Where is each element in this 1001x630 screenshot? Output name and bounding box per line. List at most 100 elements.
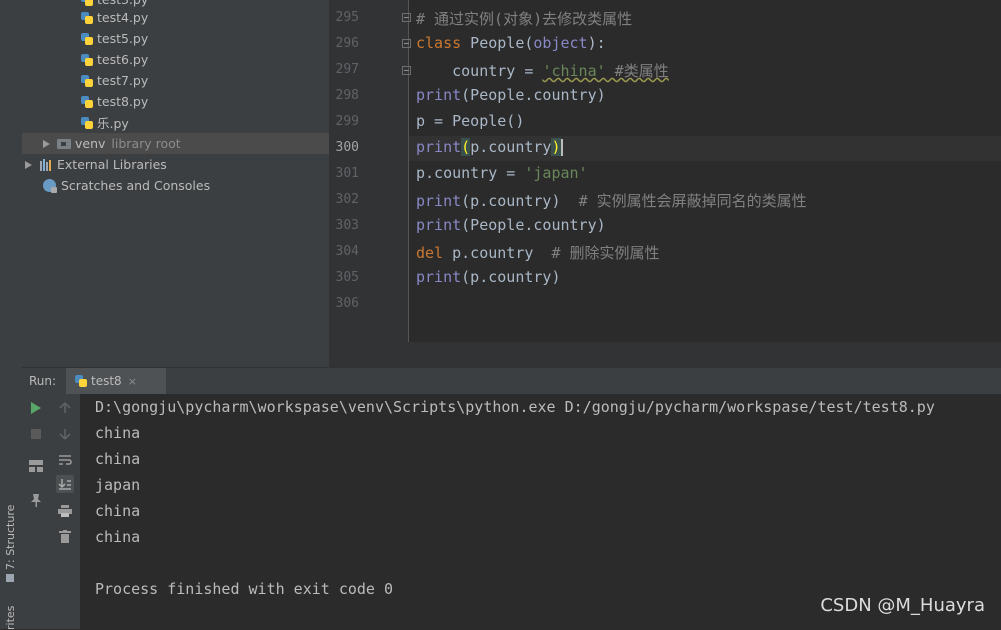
favorites-tab-label: rites xyxy=(4,605,17,630)
code-builtin: print xyxy=(416,268,462,286)
folder-icon xyxy=(57,138,71,149)
tree-external-libraries[interactable]: External Libraries xyxy=(25,154,167,175)
rerun-button[interactable] xyxy=(27,399,45,417)
console-line-command: D:\gongju\pycharm\workspase\venv\Scripts… xyxy=(95,398,935,416)
code-line-297[interactable]: country = 'china' #类属性 xyxy=(416,60,669,81)
left-tool-strip: 7: Structure rites xyxy=(0,0,23,630)
expand-arrow-icon[interactable] xyxy=(25,160,32,169)
run-tab-test8[interactable]: test8 × xyxy=(66,368,166,394)
code-args: (p.country) xyxy=(461,192,579,210)
line-number: 296 xyxy=(335,36,359,51)
code-comment: # 通过实例(对象)去修改类属性 xyxy=(416,10,633,28)
line-number: 305 xyxy=(335,270,359,285)
structure-tool-tab[interactable]: 7: Structure xyxy=(4,505,17,582)
code-line-299[interactable]: p = People() xyxy=(416,112,524,130)
tree-file-test6[interactable]: test6.py xyxy=(80,49,148,70)
console-line: china xyxy=(95,424,141,442)
layout-button[interactable] xyxy=(27,457,45,475)
favorites-tool-tab[interactable]: rites xyxy=(4,606,17,630)
play-icon xyxy=(31,402,41,414)
arrow-up-icon xyxy=(59,402,71,413)
code-builtin: print xyxy=(416,192,462,210)
line-number: 299 xyxy=(335,114,359,129)
run-panel-header: Run: test8 × xyxy=(22,367,1001,394)
code-assign: p = People() xyxy=(416,112,525,130)
fold-marker-icon[interactable] xyxy=(402,13,411,22)
tree-file-test7[interactable]: test7.py xyxy=(80,70,148,91)
clear-all-button[interactable] xyxy=(56,527,74,545)
code-line-301[interactable]: p.country = 'japan' xyxy=(416,164,588,182)
stop-button[interactable] xyxy=(27,425,45,443)
tree-folder-venv[interactable]: venv library root xyxy=(22,133,329,154)
expand-arrow-icon[interactable] xyxy=(43,139,50,148)
code-keyword: del xyxy=(416,244,444,262)
fold-marker-icon[interactable] xyxy=(402,39,411,48)
scratches-label: Scratches and Consoles xyxy=(61,178,211,193)
python-file-icon xyxy=(80,74,94,88)
code-comment: #类属性 xyxy=(605,62,669,80)
python-file-icon xyxy=(80,32,94,46)
scroll-up-button[interactable] xyxy=(56,399,74,417)
code-args: p.country xyxy=(443,244,552,262)
scroll-to-end-button[interactable] xyxy=(56,475,74,493)
tree-file-test5[interactable]: test5.py xyxy=(80,28,148,49)
arrow-down-icon xyxy=(59,429,71,440)
close-tab-icon[interactable]: × xyxy=(128,375,137,388)
project-tree-panel: test3.py test4.py test5.py test6.py test… xyxy=(22,0,329,367)
line-number: 306 xyxy=(335,296,359,311)
code-line-305[interactable]: print(p.country) xyxy=(416,268,561,286)
code-comment: # 实例属性会屏蔽掉同名的类属性 xyxy=(578,192,807,210)
tree-file-le[interactable]: 乐.py xyxy=(80,112,129,133)
code-string: 'china' xyxy=(542,62,606,80)
python-file-icon xyxy=(80,116,94,130)
console-line-exit: Process finished with exit code 0 xyxy=(95,580,394,598)
stop-icon xyxy=(31,429,41,439)
code-args: (People.country) xyxy=(461,86,606,104)
code-comment: # 删除实例属性 xyxy=(551,244,660,262)
tree-file-test8[interactable]: test8.py xyxy=(80,91,148,112)
code-builtin: print xyxy=(416,138,462,156)
console-line: china xyxy=(95,528,141,546)
code-assign: country = xyxy=(416,62,543,80)
console-line: japan xyxy=(95,476,141,494)
run-tab-label: test8 xyxy=(91,374,122,388)
pin-button[interactable] xyxy=(27,491,45,509)
python-file-icon xyxy=(80,11,94,25)
code-args: (People.country) xyxy=(461,216,606,234)
line-number: 301 xyxy=(335,166,359,181)
code-line-296[interactable]: class People(object): xyxy=(416,34,606,52)
text-caret xyxy=(560,139,563,156)
run-label: Run: xyxy=(29,374,57,388)
python-file-icon xyxy=(80,95,94,109)
python-file-icon xyxy=(80,53,94,67)
code-punct: ): xyxy=(587,34,606,52)
watermark: CSDN @M_Huayra xyxy=(820,595,985,616)
tree-file-test4[interactable]: test4.py xyxy=(80,7,148,28)
fold-marker-icon[interactable] xyxy=(402,66,411,75)
code-args: (p.country) xyxy=(461,268,561,286)
code-line-302[interactable]: print(p.country) # 实例属性会屏蔽掉同名的类属性 xyxy=(416,190,807,211)
code-line-303[interactable]: print(People.country) xyxy=(416,216,606,234)
code-string: 'japan' xyxy=(524,164,588,182)
code-line-300[interactable]: print(p.country) xyxy=(416,138,563,156)
pin-icon xyxy=(31,494,41,507)
code-line-295[interactable]: # 通过实例(对象)去修改类属性 xyxy=(416,8,632,29)
trash-icon xyxy=(59,529,71,543)
run-toolbar xyxy=(22,394,80,629)
scroll-to-end-icon xyxy=(58,479,71,490)
code-builtin: print xyxy=(416,216,462,234)
code-keyword: class xyxy=(416,34,462,52)
scroll-down-button[interactable] xyxy=(56,425,74,443)
code-class-name: People( xyxy=(461,34,534,52)
tree-scratches[interactable]: Scratches and Consoles xyxy=(43,175,210,196)
tree-file-label: test4.py xyxy=(97,10,149,25)
code-line-304[interactable]: del p.country # 删除实例属性 xyxy=(416,242,660,263)
tree-file-label: test7.py xyxy=(97,73,149,88)
soft-wrap-button[interactable] xyxy=(56,451,74,469)
tree-file-label: test5.py xyxy=(97,31,149,46)
console-line: china xyxy=(95,450,141,468)
bracket-match: ( xyxy=(461,138,471,156)
print-button[interactable] xyxy=(56,502,74,520)
code-line-298[interactable]: print(People.country) xyxy=(416,86,606,104)
line-number: 298 xyxy=(335,88,359,103)
